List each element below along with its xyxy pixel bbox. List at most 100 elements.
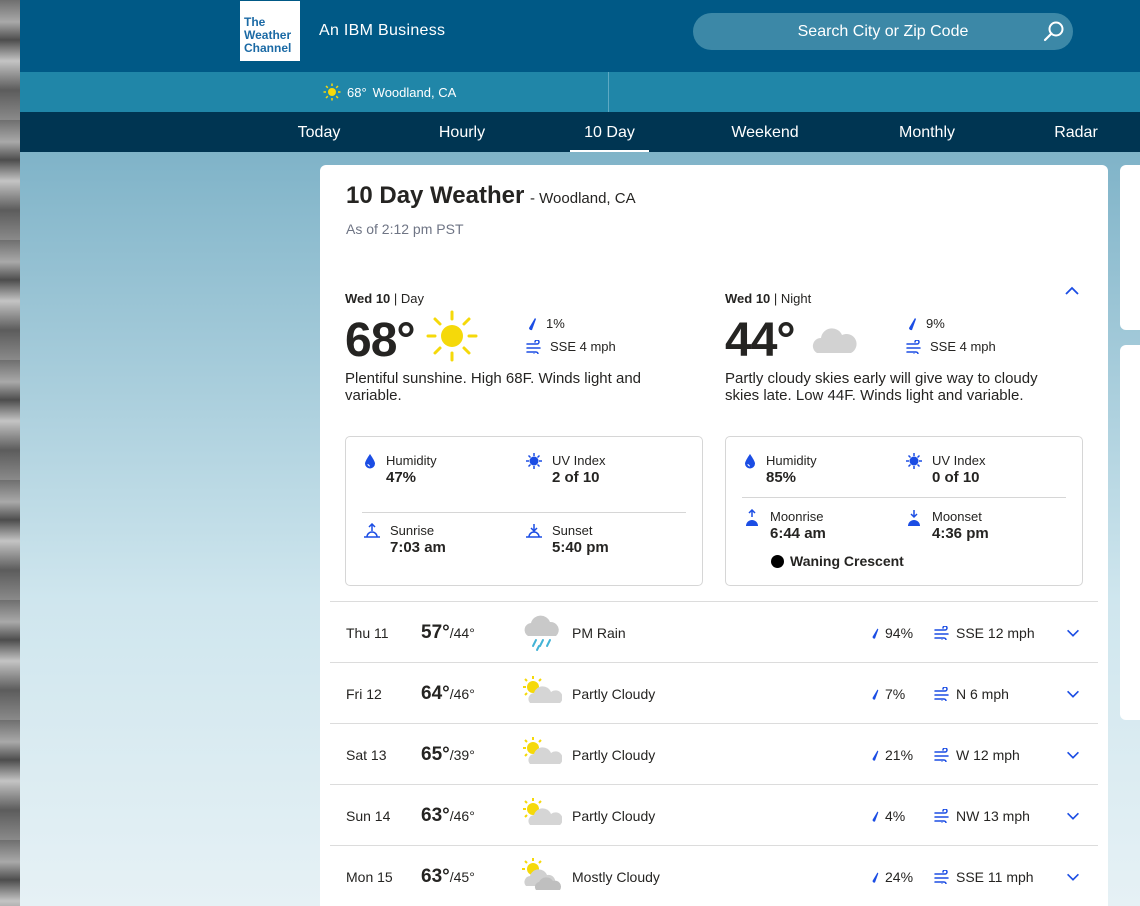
- day-phrase: Partly Cloudy: [572, 686, 656, 702]
- day-wind: NW 13 mph: [934, 808, 1030, 824]
- day-phrase: Mostly Cloudy: [572, 869, 660, 885]
- rain-icon: [524, 615, 559, 651]
- chevron-up-icon[interactable]: [1062, 281, 1082, 301]
- moonrise-icon: [746, 509, 758, 526]
- ibm-business-tagline: An IBM Business: [319, 22, 446, 39]
- search-input[interactable]: [693, 13, 1073, 50]
- cloudy-night-icon: [812, 319, 857, 353]
- daily-forecast-row[interactable]: Mon 15 63°/45° Mostly Cloudy 24% SSE 11 mph: [330, 845, 1098, 906]
- moonset-icon: [908, 510, 920, 526]
- weather-channel-logo[interactable]: The Weather Channel: [240, 1, 300, 61]
- night-uv-index: UV Index 0 of 10: [906, 453, 985, 486]
- chevron-down-icon[interactable]: [1064, 868, 1082, 886]
- high-temp: 64°: [421, 683, 450, 704]
- high-temp: 63°: [421, 805, 450, 826]
- day-phrase: Partly Cloudy: [572, 747, 656, 763]
- day-temps: 63°/45°: [421, 866, 475, 888]
- wind-icon: [906, 339, 921, 354]
- night-temperature: 44°: [725, 314, 796, 367]
- wind-icon: [934, 748, 949, 762]
- tab-weekend[interactable]: Weekend: [725, 112, 805, 152]
- tab-10-day[interactable]: 10 Day: [570, 112, 649, 152]
- chevron-down-icon[interactable]: [1064, 624, 1082, 642]
- moon-phase: Waning Crescent: [771, 553, 904, 569]
- day-precip: 94%: [870, 625, 913, 641]
- night-wind: SSE 4 mph: [906, 339, 996, 354]
- day-precip: 4%: [870, 808, 905, 824]
- daily-forecast-row[interactable]: Sat 13 65°/39° Partly Cloudy 21% W 12 mph: [330, 723, 1098, 784]
- night-precip: 9%: [906, 316, 945, 331]
- day-temps: 65°/39°: [421, 744, 475, 766]
- location-temp: 68°: [347, 84, 367, 100]
- night-period-label: Wed 10 | Night: [725, 291, 812, 306]
- tab-today[interactable]: Today: [289, 112, 349, 152]
- tab-radar[interactable]: Radar: [1050, 112, 1102, 152]
- humidity-icon: [365, 454, 375, 469]
- low-temp: /39°: [449, 747, 475, 763]
- day-wind: SSE 4 mph: [526, 339, 616, 354]
- wind-icon: [526, 339, 541, 354]
- raindrop-icon: [529, 317, 536, 330]
- as-of-timestamp: As of 2:12 pm PST: [346, 221, 464, 237]
- high-temp: 63°: [421, 866, 450, 887]
- sunrise-icon: [364, 523, 380, 538]
- page-subtitle: - Woodland, CA: [530, 190, 636, 207]
- night-humidity: Humidity 85%: [744, 453, 817, 486]
- day-wind: W 12 mph: [934, 747, 1020, 763]
- day-wind: N 6 mph: [934, 686, 1009, 702]
- day-temperature: 68°: [345, 314, 416, 367]
- day-period-label: Wed 10 | Day: [345, 291, 425, 306]
- wind-icon: [934, 870, 949, 884]
- day-precip: 7%: [870, 686, 905, 702]
- low-temp: /46°: [449, 686, 475, 702]
- search-icon[interactable]: [1042, 20, 1066, 44]
- day-sunset: Sunset 5:40 pm: [526, 523, 609, 556]
- sunny-icon: [426, 310, 478, 362]
- wind-icon: [934, 626, 949, 640]
- ten-day-forecast-card: 10 Day Weather - Woodland, CA As of 2:12…: [320, 165, 1108, 906]
- day-wind: SSE 12 mph: [934, 625, 1035, 641]
- uv-index-icon: [526, 453, 542, 469]
- chevron-down-icon[interactable]: [1064, 685, 1082, 703]
- day-precip: 24%: [870, 869, 913, 885]
- humidity-icon: [745, 454, 755, 469]
- partly-cloudy-icon: [523, 737, 562, 764]
- page-title: 10 Day Weather: [346, 182, 525, 209]
- daily-forecast-row[interactable]: Sun 14 63°/46° Partly Cloudy 4% NW 13 mph: [330, 784, 1098, 845]
- uv-index-icon: [906, 453, 922, 469]
- raindrop-icon: [872, 628, 879, 639]
- location-name: Woodland, CA: [372, 84, 457, 100]
- night-narrative: Partly cloudy skies early will give way …: [725, 370, 1038, 404]
- night-moonset: Moonset 4:36 pm: [906, 509, 989, 542]
- day-name: Sun 14: [346, 808, 391, 824]
- day-precip: 1%: [526, 316, 565, 331]
- sun-icon: [323, 83, 341, 101]
- day-temps: 57°/44°: [421, 622, 475, 644]
- raindrop-icon: [872, 750, 879, 761]
- raindrop-icon: [872, 811, 879, 822]
- main-nav: Today Hourly 10 Day Weekend Monthly Rada…: [20, 112, 1140, 152]
- day-uv-index: UV Index 2 of 10: [526, 453, 605, 486]
- location-bar: 68° Woodland, CA: [20, 72, 1140, 112]
- day-phrase: PM Rain: [572, 625, 626, 641]
- current-location-item[interactable]: 68° Woodland, CA: [323, 83, 456, 101]
- details-divider: [742, 497, 1066, 498]
- day-temps: 64°/46°: [421, 683, 475, 705]
- chevron-down-icon[interactable]: [1064, 746, 1082, 764]
- day-phrase: Partly Cloudy: [572, 808, 656, 824]
- tab-hourly[interactable]: Hourly: [432, 112, 492, 152]
- daily-forecast-row[interactable]: Fri 12 64°/46° Partly Cloudy 7% N 6 mph: [330, 662, 1098, 723]
- details-divider: [362, 512, 686, 513]
- night-moonrise: Moonrise 6:44 am: [744, 509, 826, 542]
- partly-cloudy-icon: [523, 798, 562, 825]
- tab-monthly[interactable]: Monthly: [886, 112, 968, 152]
- partly-cloudy-icon: [523, 676, 562, 703]
- daily-forecast-row[interactable]: Thu 11 57°/44° PM Rain 94% SSE 12 mph: [330, 601, 1098, 662]
- background-photo-strip: [0, 0, 20, 906]
- night-details-panel: Humidity 85% UV Index 0 of 10 Moonrise 6:44…: [725, 436, 1083, 586]
- wind-icon: [934, 809, 949, 823]
- low-temp: /44°: [449, 625, 475, 641]
- day-precip: 21%: [870, 747, 913, 763]
- chevron-down-icon[interactable]: [1064, 807, 1082, 825]
- location-divider: [608, 72, 609, 112]
